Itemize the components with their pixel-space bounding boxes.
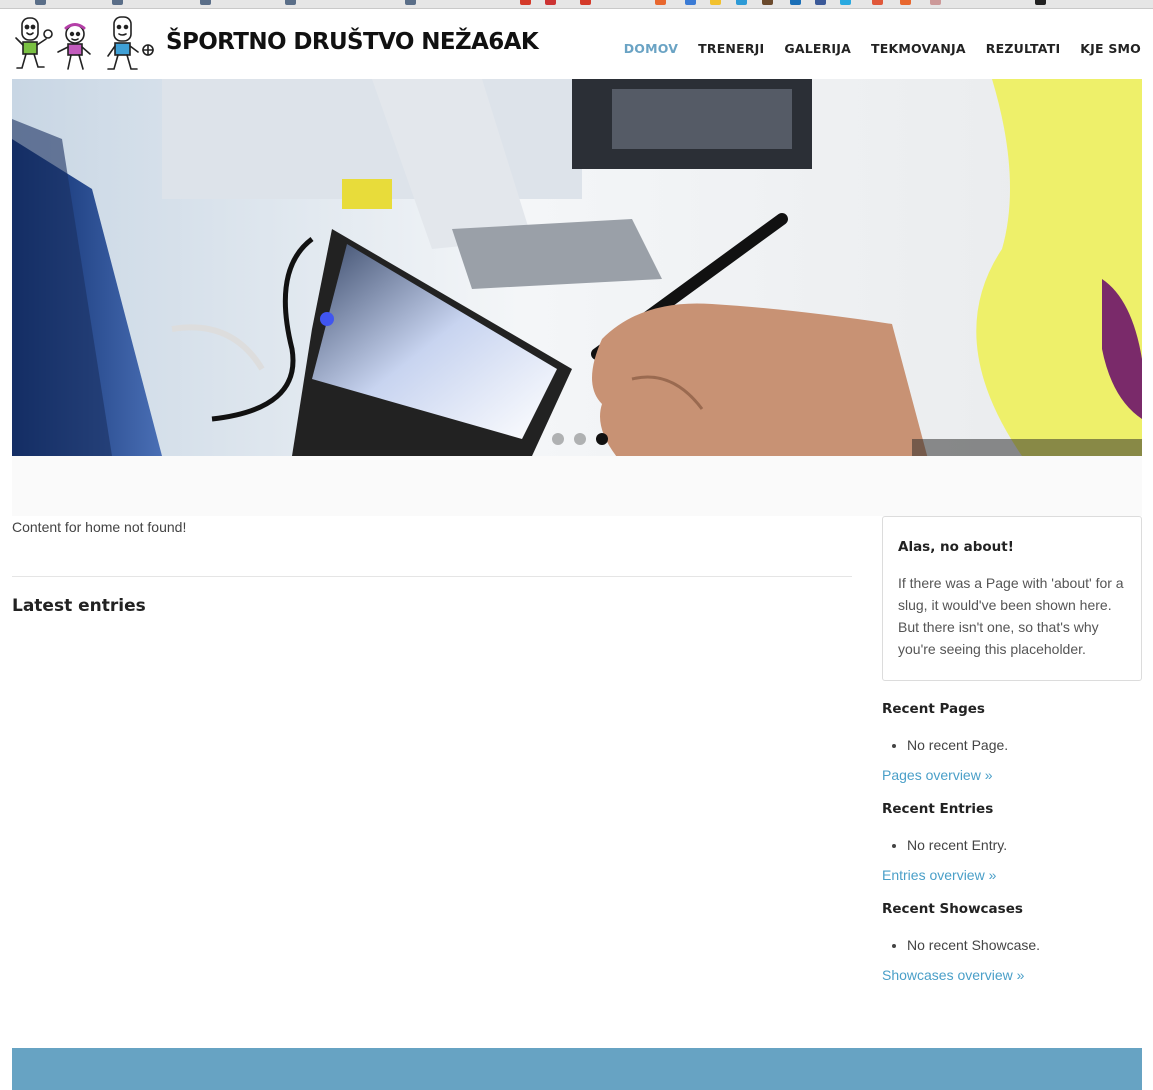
nav-item-galerija[interactable]: GALERIJA bbox=[784, 41, 851, 56]
entries-overview-link[interactable]: Entries overview » bbox=[882, 867, 1142, 883]
footer bbox=[12, 1048, 1142, 1090]
recent-entries-widget: Recent Entries No recent Entry. Entries … bbox=[882, 801, 1142, 883]
browser-bookmarks-strip bbox=[0, 0, 1153, 9]
about-title: Alas, no about! bbox=[898, 539, 1014, 555]
hero-bottom-band bbox=[12, 456, 1142, 516]
recent-showcases-title: Recent Showcases bbox=[882, 901, 1023, 917]
recent-pages-widget: Recent Pages No recent Page. Pages overv… bbox=[882, 701, 1142, 783]
main-navigation: DOMOV TRENERJI GALERIJA TEKMOVANJA REZUL… bbox=[624, 41, 1141, 56]
content-not-found-notice: Content for home not found! bbox=[12, 519, 187, 535]
nav-item-trenerji[interactable]: TRENERJI bbox=[698, 41, 764, 56]
nav-item-domov[interactable]: DOMOV bbox=[624, 41, 678, 56]
site-header: ŠPORTNO DRUŠTVO NEŽA6AK DOMOV TRENERJI G… bbox=[0, 9, 1153, 79]
slider-dot-1[interactable] bbox=[552, 433, 564, 445]
about-text: If there was a Page with 'about' for a s… bbox=[898, 575, 1124, 657]
recent-entries-title: Recent Entries bbox=[882, 801, 994, 817]
recent-showcases-empty: No recent Showcase. bbox=[907, 937, 1142, 953]
pages-overview-link[interactable]: Pages overview » bbox=[882, 767, 1142, 783]
recent-pages-empty: No recent Page. bbox=[907, 737, 1142, 753]
content-divider bbox=[12, 576, 852, 577]
main-content: Content for home not found! Latest entri… bbox=[12, 516, 852, 616]
showcases-overview-link[interactable]: Showcases overview » bbox=[882, 967, 1142, 983]
about-placeholder-box: Alas, no about! If there was a Page with… bbox=[882, 516, 1142, 681]
slider-dots bbox=[552, 433, 608, 445]
club-logo[interactable] bbox=[14, 14, 156, 74]
slider-dot-2[interactable] bbox=[574, 433, 586, 445]
hero-image bbox=[12, 79, 1142, 456]
recent-pages-title: Recent Pages bbox=[882, 701, 985, 717]
site-title[interactable]: ŠPORTNO DRUŠTVO NEŽA6AK bbox=[166, 29, 539, 55]
nav-item-rezultati[interactable]: REZULTATI bbox=[986, 41, 1061, 56]
hero-slider[interactable] bbox=[12, 79, 1142, 456]
sidebar: Alas, no about! If there was a Page with… bbox=[882, 516, 1142, 983]
nav-item-kje-smo[interactable]: KJE SMO bbox=[1080, 41, 1141, 56]
nav-item-tekmovanja[interactable]: TEKMOVANJA bbox=[871, 41, 966, 56]
slider-dot-3[interactable] bbox=[596, 433, 608, 445]
recent-entries-empty: No recent Entry. bbox=[907, 837, 1142, 853]
recent-showcases-widget: Recent Showcases No recent Showcase. Sho… bbox=[882, 901, 1142, 983]
latest-entries-heading: Latest entries bbox=[12, 596, 146, 616]
